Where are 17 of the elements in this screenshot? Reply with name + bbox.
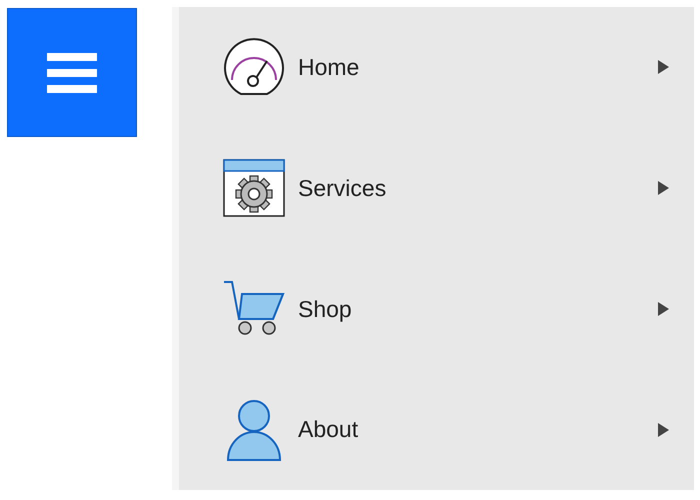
- cart-icon: [223, 280, 285, 337]
- menu-item[interactable]: About: [179, 369, 694, 490]
- menu-button[interactable]: [7, 8, 137, 137]
- submenu-arrow-icon: [658, 422, 669, 437]
- menu-item-label: Services: [298, 174, 388, 203]
- menu-item-label: Shop: [298, 294, 353, 324]
- menu-item[interactable]: Shop: [179, 248, 694, 370]
- submenu-arrow-icon: [658, 60, 669, 74]
- settings-window-icon: [223, 159, 285, 218]
- menu-item[interactable]: Services: [179, 128, 694, 248]
- menu-item-label: Home: [298, 53, 360, 82]
- submenu-arrow-icon: [658, 302, 669, 316]
- submenu-arrow-icon: [658, 181, 669, 196]
- gauge-icon: [223, 38, 285, 96]
- menu-item[interactable]: Home: [179, 7, 694, 128]
- menu-item-label: About: [298, 415, 360, 444]
- person-icon: [226, 398, 282, 461]
